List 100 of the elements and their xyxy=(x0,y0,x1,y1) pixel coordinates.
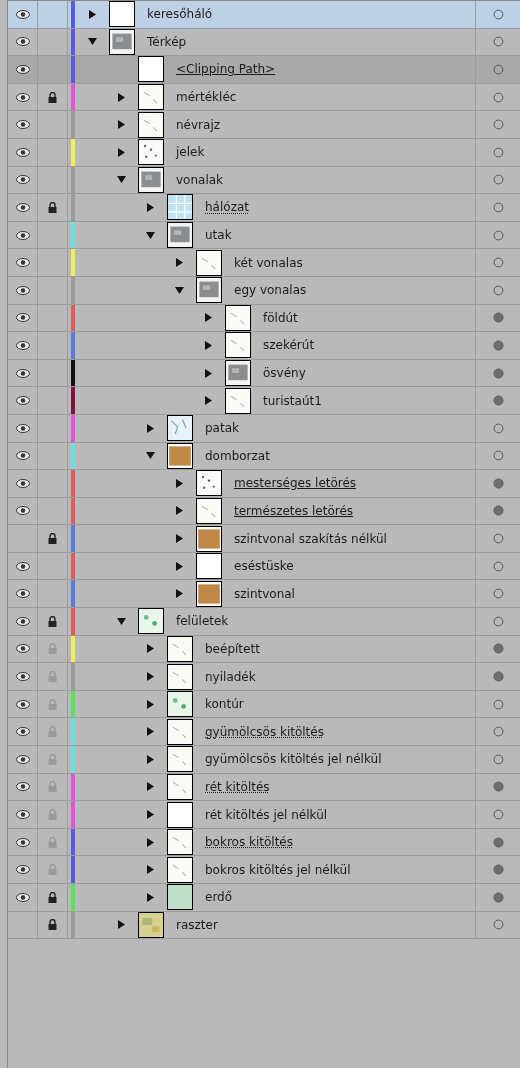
target-circle-icon[interactable] xyxy=(492,339,504,351)
layer-name[interactable]: bokros kitöltés xyxy=(205,833,293,852)
layer-name[interactable]: mértékléc xyxy=(176,88,237,107)
layer-name[interactable]: erdő xyxy=(205,888,233,907)
collapse-triangle-icon[interactable] xyxy=(175,285,184,295)
layer-row[interactable]: domborzat xyxy=(8,442,520,471)
layer-name[interactable]: raszter xyxy=(176,915,218,934)
layer-row[interactable]: eséstüske xyxy=(8,552,520,581)
target-circle-icon[interactable] xyxy=(492,64,504,75)
layer-name[interactable]: szintvonal xyxy=(234,584,295,603)
eye-icon[interactable] xyxy=(15,37,30,47)
layer-row[interactable]: Térkép xyxy=(8,28,520,57)
layer-name[interactable]: bokros kitöltés jel nélkül xyxy=(205,860,351,879)
lock-icon[interactable] xyxy=(48,91,57,103)
layer-name[interactable]: szintvonal szakítás nélkül xyxy=(234,529,387,548)
target-circle-icon[interactable] xyxy=(492,588,504,600)
eye-icon[interactable] xyxy=(15,837,30,847)
layer-name[interactable]: beépített xyxy=(205,639,260,658)
target-circle-icon[interactable] xyxy=(492,284,504,296)
expand-triangle-icon[interactable] xyxy=(146,423,155,433)
expand-triangle-icon[interactable] xyxy=(175,561,184,571)
eye-icon[interactable] xyxy=(15,865,30,875)
layer-name[interactable]: vonalak xyxy=(176,170,224,189)
layer-name[interactable]: jelek xyxy=(176,143,205,162)
target-circle-icon[interactable] xyxy=(492,367,504,379)
eye-icon[interactable] xyxy=(15,727,30,737)
layer-name[interactable]: felületek xyxy=(176,612,229,631)
eye-icon[interactable] xyxy=(15,616,30,626)
layer-row[interactable]: jelek xyxy=(8,138,520,167)
target-circle-icon[interactable] xyxy=(492,836,504,848)
eye-icon[interactable] xyxy=(15,396,30,406)
eye-icon[interactable] xyxy=(15,561,30,571)
layer-name[interactable]: szekérút xyxy=(263,336,315,355)
layer-name[interactable]: nyiladék xyxy=(205,667,256,686)
layer-row[interactable]: szekérút xyxy=(8,332,520,360)
layer-row[interactable]: vonalak xyxy=(8,166,520,195)
layer-name[interactable]: domborzat xyxy=(205,446,270,465)
layer-row[interactable]: ösvény xyxy=(8,359,520,388)
layer-row[interactable]: turistaút1 xyxy=(8,387,520,415)
eye-icon[interactable] xyxy=(15,313,30,323)
target-circle-icon[interactable] xyxy=(492,119,504,131)
collapse-triangle-icon[interactable] xyxy=(146,230,155,240)
eye-icon[interactable] xyxy=(15,9,30,19)
eye-icon[interactable] xyxy=(15,120,30,130)
expand-triangle-icon[interactable] xyxy=(175,534,184,544)
expand-triangle-icon[interactable] xyxy=(117,92,126,102)
layer-name[interactable]: földút xyxy=(263,308,298,327)
layer-row[interactable]: felületek xyxy=(8,608,520,636)
expand-triangle-icon[interactable] xyxy=(146,644,155,654)
layer-name[interactable]: turistaút1 xyxy=(263,391,322,410)
target-circle-icon[interactable] xyxy=(492,422,504,434)
target-circle-icon[interactable] xyxy=(492,726,504,738)
layer-row[interactable]: egy vonalas xyxy=(8,276,520,305)
layer-name[interactable]: egy vonalas xyxy=(234,281,307,300)
eye-icon[interactable] xyxy=(15,175,30,185)
layer-name[interactable]: eséstüske xyxy=(234,557,294,576)
layer-row[interactable]: szintvonal szakítás nélkül xyxy=(8,525,520,553)
layer-name[interactable]: gyümölcsös kitöltés jel nélkül xyxy=(205,750,382,769)
expand-triangle-icon[interactable] xyxy=(204,396,213,406)
expand-triangle-icon[interactable] xyxy=(146,892,155,902)
expand-triangle-icon[interactable] xyxy=(175,258,184,268)
layer-row[interactable]: patak xyxy=(8,414,520,443)
target-circle-icon[interactable] xyxy=(492,312,504,324)
eye-icon[interactable] xyxy=(15,92,30,102)
eye-icon[interactable] xyxy=(15,699,30,709)
layer-name[interactable]: gyümölcsös kitöltés xyxy=(205,722,324,741)
eye-icon[interactable] xyxy=(15,810,30,819)
expand-triangle-icon[interactable] xyxy=(117,147,126,157)
target-circle-icon[interactable] xyxy=(492,146,504,158)
expand-triangle-icon[interactable] xyxy=(204,340,213,350)
expand-triangle-icon[interactable] xyxy=(204,368,213,378)
target-circle-icon[interactable] xyxy=(492,560,504,572)
layer-row[interactable]: rét kitöltés jel nélkül xyxy=(8,801,520,829)
expand-triangle-icon[interactable] xyxy=(175,589,184,599)
lock-icon[interactable] xyxy=(48,533,57,545)
target-circle-icon[interactable] xyxy=(492,698,504,710)
layer-row[interactable]: földút xyxy=(8,304,520,333)
layer-row[interactable]: kontúr xyxy=(8,690,520,719)
target-circle-icon[interactable] xyxy=(492,781,504,793)
eye-icon[interactable] xyxy=(15,478,30,488)
layer-name[interactable]: Térkép xyxy=(147,32,187,51)
eye-icon[interactable] xyxy=(15,147,30,157)
collapse-triangle-icon[interactable] xyxy=(117,616,126,626)
target-circle-icon[interactable] xyxy=(492,919,504,931)
eye-icon[interactable] xyxy=(15,340,30,350)
eye-icon[interactable] xyxy=(15,506,30,516)
expand-triangle-icon[interactable] xyxy=(146,699,155,709)
layer-name[interactable]: rét kitöltés jel nélkül xyxy=(205,805,328,824)
layer-name[interactable]: utak xyxy=(205,226,232,245)
layer-row[interactable]: keresőháló xyxy=(8,1,520,29)
eye-icon[interactable] xyxy=(15,368,30,378)
layer-row[interactable]: gyümölcsös kitöltés jel nélkül xyxy=(8,746,520,774)
layer-name[interactable]: névrajz xyxy=(176,115,220,134)
collapse-triangle-icon[interactable] xyxy=(117,175,126,185)
lock-icon[interactable] xyxy=(48,891,57,903)
eye-icon[interactable] xyxy=(15,451,30,461)
layer-name[interactable]: <Clipping Path> xyxy=(176,60,276,79)
layer-name[interactable]: két vonalas xyxy=(234,253,303,272)
layer-row[interactable]: szintvonal xyxy=(8,580,520,609)
eye-icon[interactable] xyxy=(15,754,30,764)
